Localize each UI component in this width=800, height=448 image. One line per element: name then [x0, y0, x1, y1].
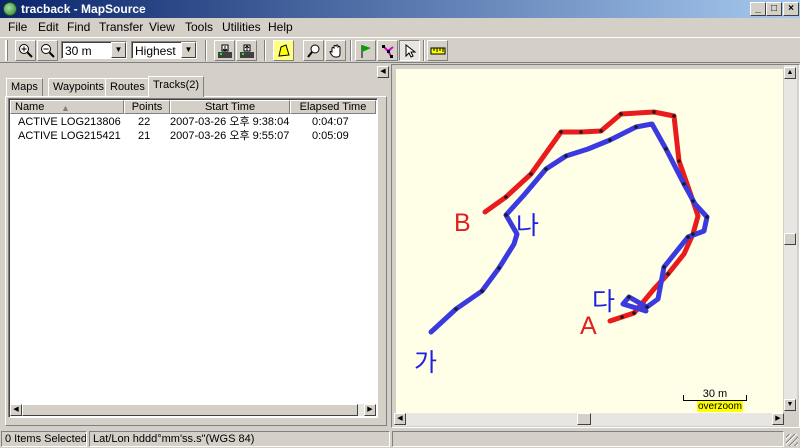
zoom-out-icon: [41, 44, 55, 58]
waypoint-flag-icon: [361, 44, 371, 58]
track-vertices: [454, 110, 709, 319]
track-elapsed-time: 0:04:07: [312, 116, 349, 128]
send-to-device-button[interactable]: [236, 40, 257, 61]
map-label-na: 나: [516, 212, 540, 240]
scroll-down-button[interactable]: ▼: [784, 399, 796, 411]
map-label-ga: 가: [414, 349, 438, 377]
window-title: tracback - MapSource: [21, 2, 146, 16]
track-points: 21: [138, 130, 151, 142]
zoom-tool-icon: [306, 44, 319, 58]
map-tool-icon: [277, 43, 290, 57]
waypoint-tool-button[interactable]: [355, 40, 376, 61]
map-label-b: B: [454, 209, 471, 237]
tab-routes[interactable]: Routes: [105, 78, 150, 96]
scroll-right-button[interactable]: ▶: [364, 404, 376, 416]
column-header-name[interactable]: Name ▲: [10, 100, 124, 114]
pan-hand-icon: [328, 44, 340, 57]
app-icon[interactable]: [3, 2, 17, 16]
status-coordinate-format: Lat/Lon hddd°mm'ss.s"(WGS 84): [89, 431, 390, 447]
table-row[interactable]: ACTIVE LOG213806 22 2007-03-26 오후 9:38:0…: [10, 116, 376, 129]
overzoom-indicator: overzoom: [697, 401, 743, 412]
scroll-left-button[interactable]: ◀: [394, 413, 406, 425]
toolbar-separator: [423, 40, 425, 61]
map-vertical-scroll-thumb[interactable]: [784, 233, 796, 245]
measure-ruler-icon: [430, 47, 445, 54]
selection-arrow-icon: [405, 43, 416, 58]
toolbar: 30 m ▼ Highest ▼: [0, 37, 800, 63]
sort-ascending-icon: ▲: [61, 103, 70, 113]
scroll-left-button[interactable]: ◀: [10, 404, 22, 416]
toolbar-separator: [264, 40, 266, 61]
track-start-time: 2007-03-26 오후 9:38:04: [170, 116, 290, 128]
track-name: ACTIVE LOG215421: [18, 130, 121, 142]
tab-maps[interactable]: Maps: [6, 78, 43, 96]
status-selected-count: 0 Items Selected: [1, 431, 87, 447]
track-blue-line[interactable]: [428, 121, 710, 335]
menu-tools[interactable]: Tools: [185, 20, 213, 34]
menu-edit[interactable]: Edit: [38, 20, 59, 34]
tab-waypoints[interactable]: Waypoints: [48, 78, 109, 96]
table-row[interactable]: ACTIVE LOG215421 21 2007-03-26 오후 9:55:0…: [10, 130, 376, 143]
track-start-time: 2007-03-26 오후 9:55:07: [170, 130, 290, 142]
scroll-up-button[interactable]: ▲: [784, 67, 796, 79]
receive-from-device-button[interactable]: [214, 40, 235, 61]
map-canvas[interactable]: B 나 다 A 가 30 m overzoom: [396, 69, 783, 413]
toolbar-separator: [350, 40, 352, 61]
column-header-points[interactable]: Points: [124, 100, 170, 114]
map-tool-button[interactable]: [273, 40, 294, 61]
map-tracks: [428, 109, 710, 335]
select-tool-button[interactable]: [399, 40, 420, 61]
route-tool-icon: [381, 44, 394, 58]
pan-tool-button[interactable]: [325, 40, 346, 61]
menu-file[interactable]: File: [8, 20, 27, 34]
status-panel-empty: [392, 431, 784, 447]
chevron-down-icon[interactable]: ▼: [111, 42, 126, 58]
menu-utilities[interactable]: Utilities: [222, 20, 261, 34]
tracks-list[interactable]: Name ▲ Points Start Time Elapsed Time AC…: [8, 98, 378, 418]
measure-tool-button[interactable]: [427, 40, 448, 61]
menu-help[interactable]: Help: [268, 20, 293, 34]
map-label-a: A: [580, 312, 597, 340]
map-horizontal-scroll-thumb[interactable]: [577, 413, 591, 425]
tab-tracks[interactable]: Tracks(2): [148, 76, 205, 97]
track-name: ACTIVE LOG213806: [18, 116, 121, 128]
toolbar-separator: [205, 40, 207, 61]
detail-level-value: Highest: [135, 44, 176, 58]
zoom-level-value: 30 m: [65, 44, 92, 58]
toolbar-grip: [5, 40, 8, 61]
route-tool-button[interactable]: [377, 40, 398, 61]
zoom-in-icon: [19, 44, 33, 58]
column-header-elapsed-time[interactable]: Elapsed Time: [290, 100, 376, 114]
close-button[interactable]: ×: [783, 2, 799, 16]
menu-view[interactable]: View: [149, 20, 175, 34]
detail-level-select[interactable]: Highest ▼: [131, 41, 197, 59]
list-scroll-thumb[interactable]: [22, 404, 358, 416]
map-pane: B 나 다 A 가 30 m overzoom ▲ ▼ ◀ ▶: [391, 64, 800, 428]
send-to-device-icon: [239, 44, 254, 58]
menu-find[interactable]: Find: [67, 20, 90, 34]
zoom-level-select[interactable]: 30 m ▼: [61, 41, 127, 59]
scroll-right-button[interactable]: ▶: [772, 413, 784, 425]
status-bar: 0 Items Selected Lat/Lon hddd°mm'ss.s"(W…: [0, 429, 800, 448]
track-elapsed-time: 0:05:09: [312, 130, 349, 142]
zoom-out-button[interactable]: [37, 40, 58, 61]
track-points: 22: [138, 116, 151, 128]
menu-transfer[interactable]: Transfer: [99, 20, 143, 34]
zoom-in-button[interactable]: [15, 40, 36, 61]
menu-bar: File Edit Find Transfer View Tools Utili…: [0, 18, 800, 36]
resize-grip-icon[interactable]: [786, 434, 798, 446]
title-bar: tracback - MapSource _ □ ×: [0, 0, 800, 18]
column-header-start-time[interactable]: Start Time: [170, 100, 290, 114]
chevron-down-icon[interactable]: ▼: [181, 42, 196, 58]
minimize-button[interactable]: _: [750, 2, 766, 16]
maximize-button[interactable]: □: [766, 2, 782, 16]
zoom-tool-button[interactable]: [303, 40, 324, 61]
receive-from-device-icon: [217, 44, 232, 58]
panel-collapse-button[interactable]: ◀: [377, 66, 389, 78]
column-header-name-label: Name: [15, 101, 45, 113]
